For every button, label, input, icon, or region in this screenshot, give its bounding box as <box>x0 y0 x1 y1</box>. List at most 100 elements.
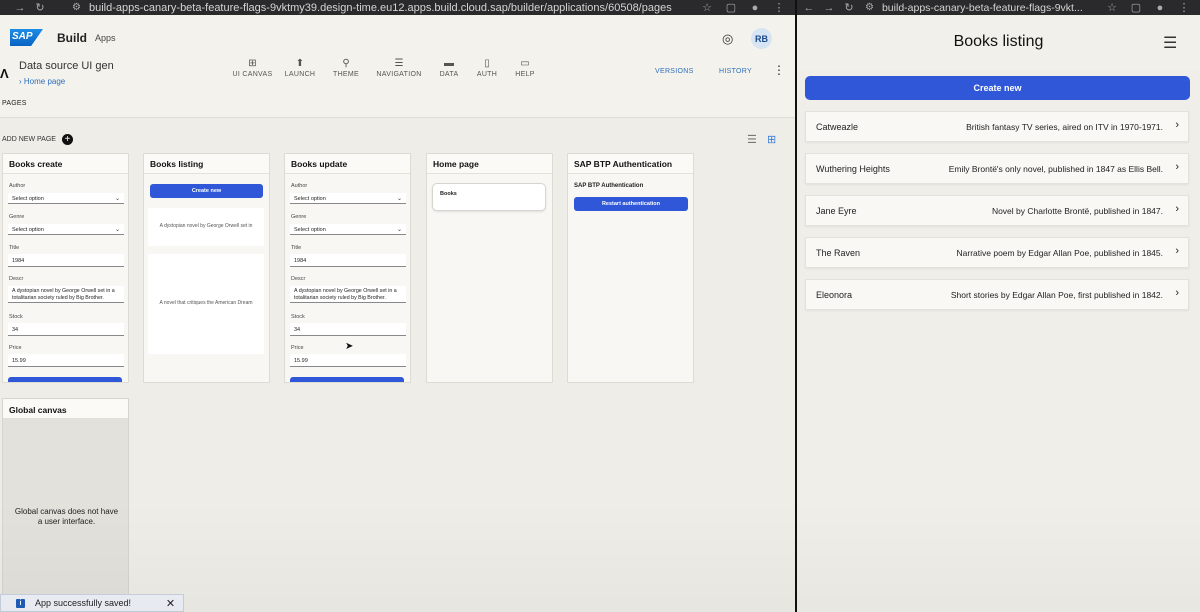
global-canvas-title: Global canvas <box>3 399 128 419</box>
grid-view-icon[interactable]: ⊞ <box>767 133 776 146</box>
breadcrumb[interactable]: › Home page <box>19 77 65 86</box>
product-sub: Apps <box>95 32 116 43</box>
more-options-icon[interactable]: ⋮ <box>773 63 785 77</box>
history-link[interactable]: HISTORY <box>719 68 752 75</box>
back-icon[interactable]: ← <box>799 2 819 14</box>
browser-menu-icon[interactable]: ⋮ <box>1172 1 1196 14</box>
profile-icon[interactable]: ● <box>743 2 767 14</box>
chevron-right-icon: › <box>1175 203 1179 215</box>
author-label: Author <box>291 183 308 189</box>
preview-window: ← → ↻ ⚙ build-apps-canary-beta-feature-f… <box>797 0 1200 612</box>
title-label: Title <box>291 245 302 251</box>
ui-canvas-icon: ⊞ <box>248 58 257 69</box>
app-name[interactable]: Data source UI gen <box>19 60 114 72</box>
submit-button-preview <box>8 377 122 382</box>
pages-canvas: ADD NEW PAGE + ☰ ⊞ Books create Author S… <box>0 118 795 612</box>
chevron-right-icon: › <box>1175 119 1179 131</box>
list-item[interactable]: The Raven Narrative poem by Edgar Allan … <box>805 237 1189 268</box>
author-select: Select option ⌄ <box>290 193 406 204</box>
toast-notification: i App successfully saved! ✕ <box>0 594 184 612</box>
forward-icon[interactable]: → <box>819 2 839 14</box>
descr-label: Descr <box>9 276 24 282</box>
stock-label: Stock <box>291 314 305 320</box>
chevron-right-icon: › <box>1175 287 1179 299</box>
list-item[interactable]: Catweazle British fantasy TV series, air… <box>805 111 1189 142</box>
page-card-books-create[interactable]: Books create Author Select option ⌄ Genre… <box>2 153 129 383</box>
list-view-icon[interactable]: ☰ <box>747 133 757 146</box>
create-new-button-preview: Create new <box>150 184 263 198</box>
breadcrumb-page[interactable]: Home page <box>24 77 65 86</box>
extensions-icon[interactable]: ▢ <box>719 1 743 14</box>
plus-icon: + <box>61 134 73 145</box>
descr-textarea: A dystopian novel by George Orwell set i… <box>290 286 406 303</box>
navigation-icon: ☰ <box>394 58 404 69</box>
feedback-icon[interactable]: ◎ <box>722 31 733 47</box>
page-card-title: Books update <box>285 154 410 174</box>
shell-bar: SAP Build Apps ◎ RB <box>0 15 795 60</box>
list-item[interactable]: Eleonora Short stories by Edgar Allan Po… <box>805 279 1189 310</box>
list-item-preview: A novel that critiques the American Drea… <box>148 254 264 354</box>
hamburger-menu-icon[interactable]: ☰ <box>1163 33 1177 53</box>
stock-input: 34 <box>290 323 406 336</box>
item-name: Jane Eyre <box>816 206 857 216</box>
reload-icon[interactable]: ↻ <box>30 1 50 14</box>
list-item[interactable]: Jane Eyre Novel by Charlotte Brontë, pub… <box>805 195 1189 226</box>
item-name: Catweazle <box>816 122 859 132</box>
page-card-title: Home page <box>427 154 552 174</box>
create-new-button[interactable]: Create new <box>805 76 1190 100</box>
price-label: Price <box>9 345 22 351</box>
back-icon[interactable]: → <box>10 2 30 14</box>
address-bar[interactable]: build-apps-canary-beta-feature-flags-9vk… <box>89 2 695 14</box>
submit-button-preview <box>290 377 404 382</box>
page-title: Books listing <box>953 33 1044 50</box>
list-item[interactable]: Wuthering Heights Emily Brontë's only no… <box>805 153 1189 184</box>
tool-data[interactable]: ▬ DATA <box>431 58 467 78</box>
versions-link[interactable]: VERSIONS <box>655 68 694 75</box>
page-card-title: Books listing <box>144 154 269 174</box>
address-bar[interactable]: build-apps-canary-beta-feature-flags-9vk… <box>882 2 1100 14</box>
auth-heading-preview: SAP BTP Authentication <box>574 183 644 189</box>
site-settings-icon[interactable]: ⚙ <box>865 2 874 13</box>
extensions-icon[interactable]: ▢ <box>1124 1 1148 14</box>
toast-message: App successfully saved! <box>35 598 132 608</box>
page-card-title: SAP BTP Authentication <box>568 154 693 174</box>
title-input: 1984 <box>8 254 124 267</box>
tool-help[interactable]: ▭ HELP <box>507 58 543 78</box>
chevron-down-icon: ⌄ <box>114 227 120 233</box>
page-card-sap-btp-auth[interactable]: SAP BTP Authentication SAP BTP Authentic… <box>567 153 694 383</box>
tool-auth[interactable]: ▯ AUTH <box>467 58 507 78</box>
page-card-books-listing[interactable]: Books listing Create new A dystopian nov… <box>143 153 270 383</box>
restart-auth-button-preview: Restart authentication <box>574 197 688 211</box>
tool-theme[interactable]: ⚲ THEME <box>325 58 367 78</box>
close-icon[interactable]: ✕ <box>158 597 183 610</box>
browser-menu-icon[interactable]: ⋮ <box>767 1 791 14</box>
reload-icon[interactable]: ↻ <box>839 1 859 14</box>
profile-icon[interactable]: ● <box>1148 2 1172 14</box>
author-label: Author <box>9 183 26 189</box>
chevron-right-icon: › <box>1175 245 1179 257</box>
chevron-right-icon: › <box>1175 161 1179 173</box>
browser-toolbar: ← → ↻ ⚙ build-apps-canary-beta-feature-f… <box>797 0 1200 15</box>
bookmark-star-icon[interactable]: ☆ <box>1100 1 1124 14</box>
tool-navigation[interactable]: ☰ NAVIGATION <box>367 58 431 78</box>
info-icon: i <box>16 598 25 608</box>
site-settings-icon[interactable]: ⚙ <box>72 2 81 13</box>
stock-input: 34 <box>8 323 124 336</box>
item-name: Wuthering Heights <box>816 164 890 174</box>
price-input: 15.99 <box>290 354 406 367</box>
item-description: Emily Brontë's only novel, published in … <box>948 164 1163 174</box>
item-description: British fantasy TV series, aired on ITV … <box>966 122 1163 132</box>
browser-toolbar: → ↻ ⚙ build-apps-canary-beta-feature-fla… <box>0 0 795 15</box>
page-card-home-page[interactable]: Home page Books <box>426 153 553 383</box>
bookmark-star-icon[interactable]: ☆ <box>695 1 719 14</box>
add-new-page-button[interactable]: ADD NEW PAGE + <box>2 134 73 145</box>
tool-launch[interactable]: ⬆ LAUNCH <box>275 58 325 78</box>
chevron-down-icon: ⌄ <box>396 196 402 202</box>
avatar[interactable]: RB <box>751 28 772 49</box>
product-name: Build <box>57 30 87 45</box>
tool-ui-canvas[interactable]: ⊞ UI CANVAS <box>230 58 275 78</box>
item-name: The Raven <box>816 248 861 258</box>
screen: → ↻ ⚙ build-apps-canary-beta-feature-fla… <box>0 0 1200 612</box>
global-canvas-card[interactable]: Global canvas Global canvas does not hav… <box>2 398 129 612</box>
page-card-title: Books create <box>3 154 128 174</box>
